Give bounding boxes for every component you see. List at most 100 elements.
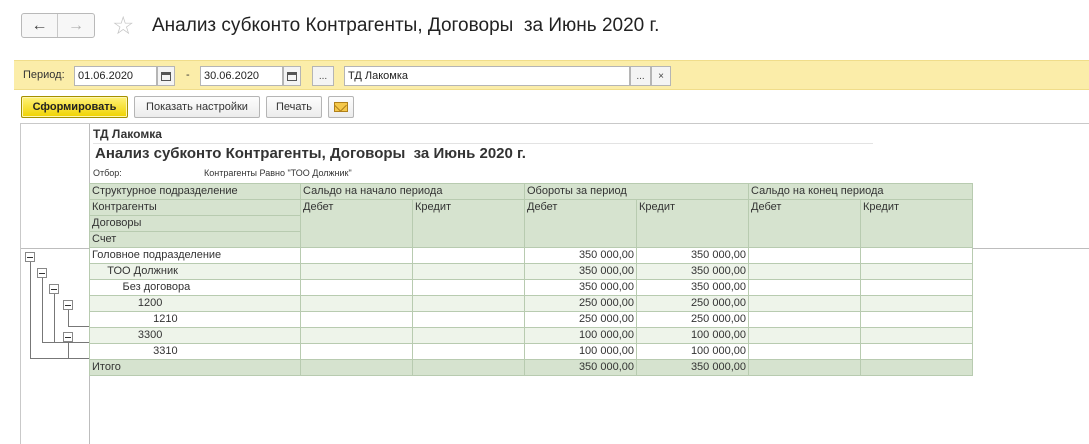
row-start-credit: [412, 295, 525, 312]
table-row[interactable]: 1210 250 000,00 250 000,00: [89, 311, 973, 328]
header-dim-4: Счет: [89, 231, 301, 248]
period-dash: -: [186, 69, 190, 81]
show-settings-button[interactable]: Показать настройки: [134, 96, 260, 118]
window-title: Анализ субконто Контрагенты, Договоры за…: [152, 15, 660, 36]
header-dim-3: Договоры: [89, 215, 301, 232]
row-name: 3300: [89, 327, 301, 344]
row-start-debit: [300, 327, 413, 344]
period-label: Период:: [23, 69, 65, 81]
row-name: Без договора: [89, 279, 301, 296]
header-start-balance: Сальдо на начало периода: [300, 183, 525, 200]
table-row[interactable]: ТОО Должник 350 000,00 350 000,00: [89, 263, 973, 280]
row-turnover-credit: 350 000,00: [636, 263, 749, 280]
row-start-debit: [300, 247, 413, 264]
row-end-debit: [748, 295, 861, 312]
row-name: ТОО Должник: [89, 263, 301, 280]
row-turnover-credit: 250 000,00: [636, 311, 749, 328]
row-turnover-credit: 350 000,00: [636, 247, 749, 264]
row-end-credit: [860, 263, 973, 280]
report-filter-label: Отбор:: [93, 168, 122, 178]
organization-field[interactable]: ТД Лакомка: [344, 66, 630, 86]
period-from-calendar-button[interactable]: [157, 66, 175, 86]
table-row[interactable]: 3300 100 000,00 100 000,00: [89, 327, 973, 344]
generate-button[interactable]: Сформировать: [21, 96, 128, 118]
header-turnover-credit: Кредит: [636, 199, 749, 248]
table-row[interactable]: 1200 250 000,00 250 000,00: [89, 295, 973, 312]
row-start-credit: [412, 279, 525, 296]
row-start-credit: [412, 327, 525, 344]
row-turnover-debit: 350 000,00: [524, 263, 637, 280]
table-row[interactable]: Без договора 350 000,00 350 000,00: [89, 279, 973, 296]
row-turnover-credit: 350 000,00: [636, 279, 749, 296]
period-from-field[interactable]: 01.06.2020: [74, 66, 157, 86]
report-area: ТД Лакомка Анализ субконто Контрагенты, …: [20, 123, 1089, 444]
row-end-credit: [860, 295, 973, 312]
row-end-credit: [860, 279, 973, 296]
header-dim-1: Структурное подразделение: [89, 183, 301, 200]
row-end-debit: [748, 327, 861, 344]
collapse-group-icon[interactable]: [49, 284, 59, 294]
organization-clear-button[interactable]: ×: [651, 66, 671, 86]
choose-period-button[interactable]: ...: [312, 66, 334, 86]
header-turnover-debit: Дебет: [524, 199, 637, 248]
envelope-icon: [334, 102, 348, 112]
total-row[interactable]: Итого 350 000,00 350 000,00: [89, 359, 973, 376]
collapse-group-icon[interactable]: [37, 268, 47, 278]
favorite-star-icon[interactable]: ☆: [112, 12, 134, 40]
command-bar: Сформировать Показать настройки Печать: [14, 92, 1089, 122]
title-bar: ← → ☆ Анализ субконто Контрагенты, Догов…: [0, 0, 1089, 56]
header-start-credit: Кредит: [412, 199, 525, 248]
row-turnover-debit: 100 000,00: [524, 343, 637, 360]
collapse-group-icon[interactable]: [63, 300, 73, 310]
row-turnover-debit: 250 000,00: [524, 311, 637, 328]
forward-arrow-icon[interactable]: →: [58, 14, 94, 37]
row-turnover-credit: 100 000,00: [636, 327, 749, 344]
row-start-debit: [300, 311, 413, 328]
row-start-debit: [300, 279, 413, 296]
row-turnover-debit: 100 000,00: [524, 327, 637, 344]
row-turnover-credit: 100 000,00: [636, 343, 749, 360]
header-turnover: Обороты за период: [524, 183, 749, 200]
total-turnover-credit: 350 000,00: [636, 359, 749, 376]
total-turnover-debit: 350 000,00: [524, 359, 637, 376]
row-start-debit: [300, 263, 413, 280]
report-organization: ТД Лакомка: [93, 127, 162, 141]
period-bar: Период: 01.06.2020 - 30.06.2020 ... ТД Л…: [14, 60, 1089, 90]
row-end-credit: [860, 327, 973, 344]
row-turnover-debit: 350 000,00: [524, 279, 637, 296]
header-dim-2: Контрагенты: [89, 199, 301, 216]
report-title: Анализ субконто Контрагенты, Договоры за…: [95, 145, 526, 162]
header-end-debit: Дебет: [748, 199, 861, 248]
row-end-credit: [860, 343, 973, 360]
row-end-credit: [860, 311, 973, 328]
send-email-button[interactable]: [328, 96, 354, 118]
total-label: Итого: [89, 359, 301, 376]
organization-select-button[interactable]: ...: [630, 66, 651, 86]
row-turnover-debit: 250 000,00: [524, 295, 637, 312]
row-end-debit: [748, 279, 861, 296]
print-button[interactable]: Печать: [266, 96, 322, 118]
row-turnover-credit: 250 000,00: [636, 295, 749, 312]
row-name: Головное подразделение: [89, 247, 301, 264]
header-start-debit: Дебет: [300, 199, 413, 248]
table-row[interactable]: 3310 100 000,00 100 000,00: [89, 343, 973, 360]
collapse-group-icon[interactable]: [63, 332, 73, 342]
calendar-icon: [287, 71, 297, 81]
header-end-balance: Сальдо на конец периода: [748, 183, 973, 200]
navigation-buttons: ← →: [21, 13, 95, 38]
row-end-debit: [748, 343, 861, 360]
row-start-credit: [412, 263, 525, 280]
report-window: ← → ☆ Анализ субконто Контрагенты, Догов…: [0, 0, 1089, 444]
back-arrow-icon[interactable]: ←: [22, 14, 59, 37]
period-to-field[interactable]: 30.06.2020: [200, 66, 283, 86]
collapse-group-icon[interactable]: [25, 252, 35, 262]
row-end-debit: [748, 247, 861, 264]
row-name: 1210: [89, 311, 301, 328]
row-start-debit: [300, 343, 413, 360]
row-start-credit: [412, 343, 525, 360]
period-to-calendar-button[interactable]: [283, 66, 301, 86]
row-start-credit: [412, 247, 525, 264]
table-row[interactable]: Головное подразделение 350 000,00 350 000,…: [89, 247, 973, 264]
row-turnover-debit: 350 000,00: [524, 247, 637, 264]
row-name: 1200: [89, 295, 301, 312]
